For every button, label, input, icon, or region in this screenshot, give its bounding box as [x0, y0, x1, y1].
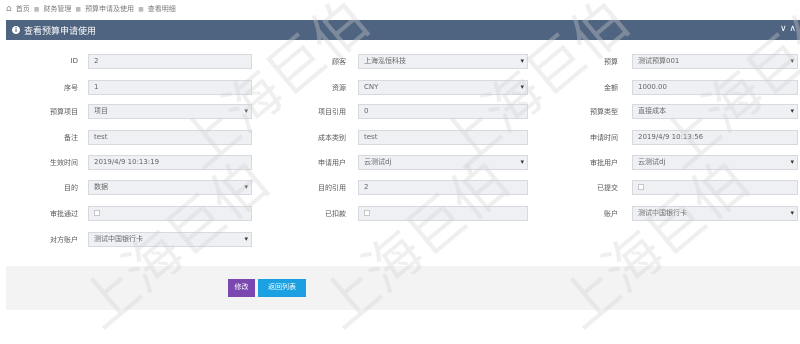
edit-button[interactable]: 修改	[228, 279, 255, 297]
apply-time-label: 申请时间	[590, 134, 618, 142]
panel-header: i 查看预算申请使用 ∨ ∧	[6, 20, 800, 40]
id-field[interactable]: 2	[88, 54, 252, 69]
cost-type-field[interactable]: test	[358, 130, 528, 145]
purpose-select[interactable]: 数据	[88, 180, 252, 195]
breadcrumb-separator-icon: ■	[75, 5, 82, 13]
budget-select[interactable]: 测试预算001	[632, 54, 798, 69]
budget-item-label: 预算项目	[50, 108, 78, 116]
apply-user-select[interactable]: 云测试dj	[358, 155, 528, 170]
apply-time-field[interactable]: 2019/4/9 10:13:56	[632, 130, 798, 145]
submitted-label: 已提交	[597, 184, 618, 192]
amount-field[interactable]: 1000.00	[632, 80, 798, 95]
counter-account-label: 对方账户	[50, 236, 78, 244]
breadcrumb-separator-icon: ■	[33, 5, 40, 13]
form-footer: 修改 返回列表	[6, 266, 800, 310]
account-select[interactable]: 测试中国银行卡	[632, 206, 798, 221]
form-row: 对方账户 测试中国银行卡	[6, 232, 800, 248]
submitted-field	[632, 180, 798, 195]
effective-time-label: 生效时间	[50, 159, 78, 167]
home-icon[interactable]: ⌂	[6, 4, 12, 14]
apply-user-label: 申请用户	[318, 159, 346, 167]
resource-select[interactable]: CNY	[358, 80, 528, 95]
counter-account-select[interactable]: 测试中国银行卡	[88, 232, 252, 247]
item-ref-field[interactable]: 0	[358, 104, 528, 119]
approve-user-label: 审批用户	[590, 159, 618, 167]
form-row: 审批通过 已扣款 账户 测试中国银行卡	[6, 206, 800, 222]
deducted-field	[358, 206, 528, 221]
purpose-ref-label: 目的引用	[318, 184, 346, 192]
breadcrumb-finance[interactable]: 财务管理	[43, 4, 71, 14]
deducted-label: 已扣款	[325, 210, 346, 218]
budget-type-label: 预算类型	[590, 108, 618, 116]
breadcrumb-separator-icon: ■	[138, 5, 144, 13]
deducted-checkbox[interactable]	[364, 210, 370, 216]
seq-label: 序号	[64, 84, 78, 92]
breadcrumb-detail: 查看明细	[147, 5, 176, 13]
breadcrumb: ⌂ 首页 ■ 财务管理 ■ 预算申请及使用 ■ 查看明细	[0, 0, 800, 18]
collapse-chevron-icon[interactable]: ∨ ∧	[780, 24, 796, 34]
approved-field	[88, 206, 252, 221]
form-row: 序号 1 资源 CNY 金额 1000.00	[6, 80, 800, 96]
id-label: ID	[70, 57, 78, 65]
budget-label: 预算	[604, 58, 618, 66]
form-row: 预算项目 项目 项目引用 0 预算类型 直接成本	[6, 104, 800, 120]
purpose-ref-field[interactable]: 2	[358, 180, 528, 195]
info-icon: i	[12, 26, 20, 34]
form-row: 备注 test 成本类别 test 申请时间 2019/4/9 10:13:56	[6, 130, 800, 146]
seq-field[interactable]: 1	[88, 80, 252, 95]
purpose-label: 目的	[64, 184, 78, 192]
panel-title: 查看预算申请使用	[24, 26, 97, 37]
detail-form: ID 2 顾客 上海泓恒科技 预算 测试预算001 序号 1 资源 CNY 金额…	[6, 42, 800, 252]
remark-label: 备注	[64, 134, 78, 142]
account-label: 账户	[604, 210, 618, 218]
amount-label: 金额	[604, 84, 618, 92]
form-row: ID 2 顾客 上海泓恒科技 预算 测试预算001	[6, 54, 800, 70]
form-row: 生效时间 2019/4/9 10:13:19 申请用户 云测试dj 审批用户 云…	[6, 155, 800, 171]
resource-label: 资源	[332, 84, 346, 92]
item-ref-label: 项目引用	[318, 108, 346, 116]
customer-label: 顾客	[332, 58, 346, 66]
form-row: 目的 数据 目的引用 2 已提交	[6, 180, 800, 196]
approved-label: 审批通过	[50, 210, 78, 218]
submitted-checkbox[interactable]	[638, 184, 644, 190]
back-to-list-button[interactable]: 返回列表	[258, 279, 306, 297]
remark-field[interactable]: test	[88, 130, 252, 145]
approve-user-select[interactable]: 云测试dj	[632, 155, 798, 170]
approved-checkbox[interactable]	[94, 210, 100, 216]
breadcrumb-budget[interactable]: 预算申请及使用	[85, 4, 134, 14]
customer-select[interactable]: 上海泓恒科技	[358, 54, 528, 69]
budget-type-select[interactable]: 直接成本	[632, 104, 798, 119]
cost-type-label: 成本类别	[318, 134, 346, 142]
effective-time-field[interactable]: 2019/4/9 10:13:19	[88, 155, 252, 170]
budget-item-select[interactable]: 项目	[88, 104, 252, 119]
breadcrumb-home[interactable]: 首页	[16, 4, 30, 14]
